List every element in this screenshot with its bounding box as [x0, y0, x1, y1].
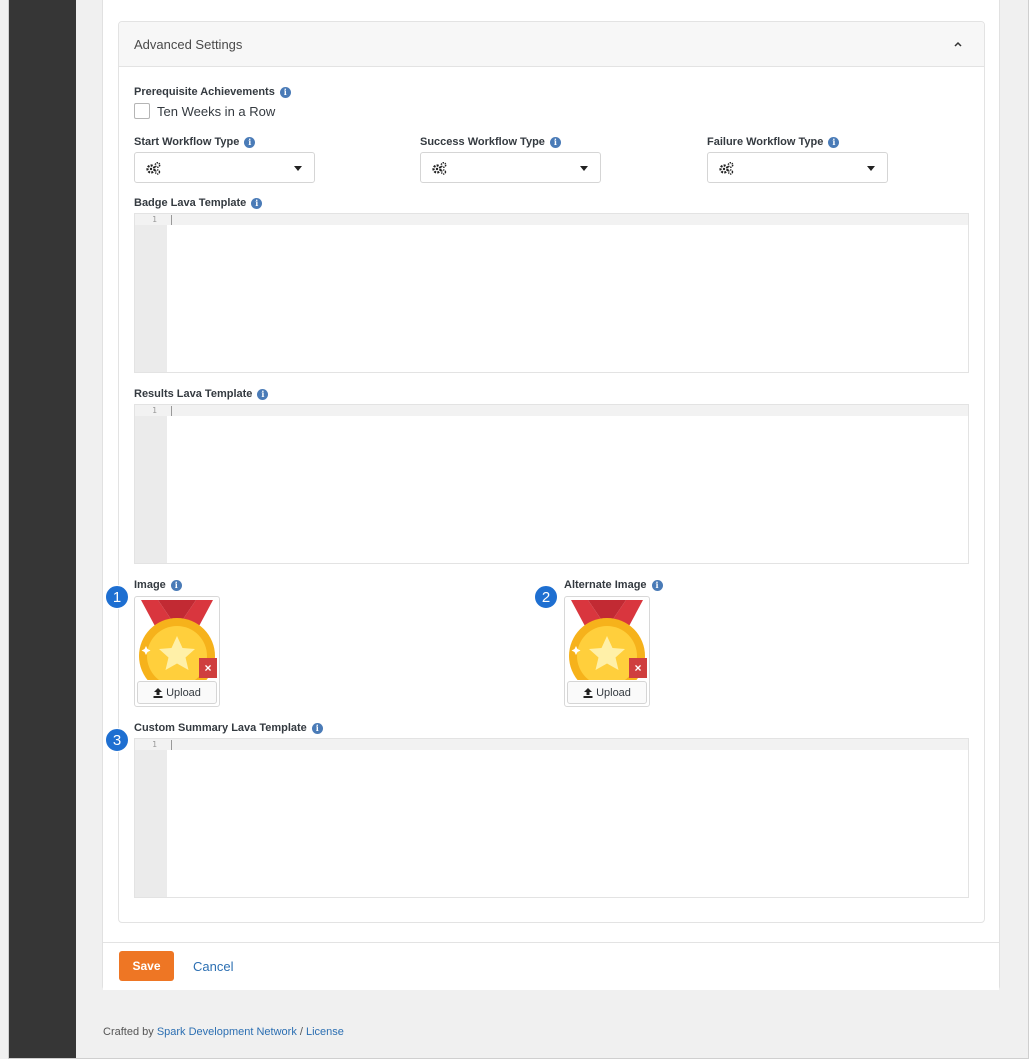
step-badge-3: 3 [105, 728, 129, 752]
editor-active-line [135, 739, 968, 750]
license-link[interactable]: License [306, 1026, 344, 1038]
ten-weeks-label[interactable]: Ten Weeks in a Row [157, 104, 275, 119]
prerequisite-label: Prerequisite Achievements i [134, 86, 291, 98]
badge-template-editor[interactable]: 1 [134, 213, 969, 373]
text-cursor [171, 406, 172, 416]
editor-gutter [135, 739, 167, 897]
ten-weeks-checkbox[interactable] [134, 103, 150, 119]
editor-gutter [135, 405, 167, 563]
text-cursor [171, 215, 172, 225]
step-badge-2: 2 [534, 585, 558, 609]
chevron-up-icon[interactable] [952, 38, 964, 50]
caret-down-icon [294, 166, 302, 171]
gears-icon [146, 162, 161, 175]
results-template-label: Results Lava Template i [134, 388, 269, 400]
text-cursor [171, 740, 172, 750]
gears-icon [719, 162, 734, 175]
image-uploader: × Upload [134, 596, 220, 707]
cancel-link[interactable]: Cancel [193, 959, 233, 974]
save-button[interactable]: Save [119, 951, 174, 981]
line-number: 1 [152, 740, 157, 749]
advanced-settings-title: Advanced Settings [134, 37, 243, 52]
image-upload-button[interactable]: Upload [137, 681, 217, 704]
caret-down-icon [867, 166, 875, 171]
spark-link[interactable]: Spark Development Network [157, 1026, 297, 1038]
gears-icon [432, 162, 447, 175]
remove-alternate-image-button[interactable]: × [629, 658, 647, 678]
failure-workflow-label: Failure Workflow Type i [707, 136, 840, 148]
line-number: 1 [152, 406, 157, 415]
alternate-image-uploader: × Upload [564, 596, 650, 707]
editor-active-line [135, 405, 968, 416]
badge-template-label: Badge Lava Template i [134, 197, 263, 209]
step-badge-1: 1 [105, 585, 129, 609]
failure-workflow-select[interactable] [707, 152, 888, 183]
success-workflow-select[interactable] [420, 152, 601, 183]
alternate-image-label: Alternate Image i [564, 579, 663, 591]
custom-summary-editor[interactable]: 1 [134, 738, 969, 898]
success-workflow-label: Success Workflow Type i [420, 136, 561, 148]
info-circle-icon[interactable]: i [279, 86, 291, 98]
line-number: 1 [152, 215, 157, 224]
footer-credit: Crafted by Spark Development Network / L… [103, 1026, 344, 1038]
start-workflow-select[interactable] [134, 152, 315, 183]
results-template-editor[interactable]: 1 [134, 404, 969, 564]
info-circle-icon[interactable]: i [651, 579, 663, 591]
info-circle-icon[interactable]: i [549, 136, 561, 148]
actions-bar [103, 942, 999, 990]
info-circle-icon[interactable]: i [257, 388, 269, 400]
editor-gutter [135, 214, 167, 372]
upload-icon [153, 687, 163, 698]
info-circle-icon[interactable]: i [170, 579, 182, 591]
info-circle-icon[interactable]: i [311, 722, 323, 734]
custom-summary-label: Custom Summary Lava Template i [134, 722, 323, 734]
info-circle-icon[interactable]: i [251, 197, 263, 209]
upload-icon [583, 687, 593, 698]
image-label: Image i [134, 579, 182, 591]
start-workflow-label: Start Workflow Type i [134, 136, 256, 148]
editor-active-line [135, 214, 968, 225]
remove-image-button[interactable]: × [199, 658, 217, 678]
caret-down-icon [580, 166, 588, 171]
info-circle-icon[interactable]: i [244, 136, 256, 148]
alternate-image-upload-button[interactable]: Upload [567, 681, 647, 704]
info-circle-icon[interactable]: i [828, 136, 840, 148]
advanced-settings-header[interactable]: Advanced Settings [119, 22, 984, 67]
